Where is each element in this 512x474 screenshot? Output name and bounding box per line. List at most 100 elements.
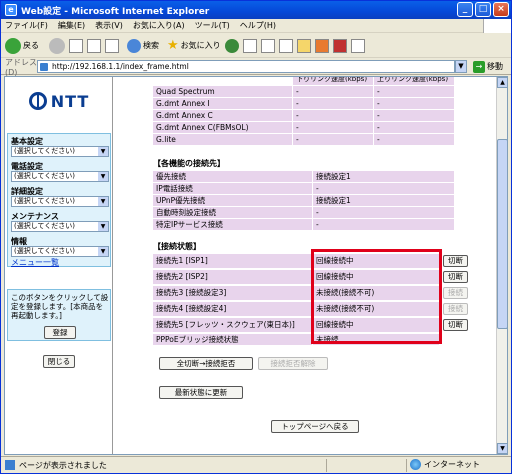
folder-icon[interactable] bbox=[296, 38, 311, 53]
address-input[interactable]: http://192.168.1.1/index_frame.html bbox=[37, 60, 455, 73]
menu-view[interactable]: 表示(V) bbox=[95, 20, 123, 31]
edit-icon[interactable] bbox=[278, 38, 293, 53]
menu-favorites[interactable]: お気に入り(A) bbox=[133, 20, 185, 31]
status-highlight-box bbox=[311, 249, 442, 344]
connect-button[interactable]: 接続 bbox=[443, 287, 468, 299]
dest-row-label: IP電話接続 bbox=[153, 183, 312, 194]
menu-bar: ファイル(F) 編集(E) 表示(V) お気に入り(A) ツール(T) ヘルプ(… bbox=[1, 19, 511, 33]
security-zone: インターネット bbox=[410, 459, 480, 470]
vertical-scrollbar[interactable]: ▲ ▼ bbox=[496, 77, 507, 454]
back-label: 戻る bbox=[23, 41, 39, 50]
status-row-label: 接続先1 [ISP1] bbox=[153, 254, 312, 268]
disconnect-button[interactable]: 切断 bbox=[443, 255, 468, 267]
register-button[interactable]: 登録 bbox=[44, 326, 76, 339]
speed-row-up: - bbox=[374, 134, 454, 145]
info-select[interactable]: (選択してください) ▼ bbox=[11, 246, 109, 257]
phone-settings-select[interactable]: (選択してください) ▼ bbox=[11, 171, 109, 182]
menu-edit[interactable]: 編集(E) bbox=[58, 20, 85, 31]
register-note-box: このボタンをクリックして設定を登録します。[本商品を再起動します。] 登録 bbox=[7, 289, 111, 341]
search-button[interactable]: 検索 bbox=[127, 38, 159, 53]
speed-row-label: G.dmt Annex C bbox=[153, 110, 292, 121]
speed-row-down: - bbox=[293, 86, 373, 97]
maintenance-select[interactable]: (選択してください) ▼ bbox=[11, 221, 109, 232]
left-frame: NTT 基本設定 (選択してください) ▼ 電話設定 (選択してください) ▼ 詳細… bbox=[5, 77, 113, 454]
status-row-label: PPPoEブリッジ接続状態 bbox=[153, 334, 312, 345]
status-bar: ページが表示されました インターネット bbox=[1, 456, 511, 473]
status-row-label: 接続先4 [接続設定4] bbox=[153, 302, 312, 316]
header-up: 上りリンク速度(kbps) bbox=[374, 77, 454, 85]
maximize-button[interactable]: □ bbox=[475, 2, 491, 17]
favorites-label: お気に入り bbox=[180, 41, 221, 50]
page-done-icon bbox=[5, 460, 15, 470]
stop-icon[interactable] bbox=[69, 38, 83, 53]
speed-row-up: - bbox=[374, 122, 454, 133]
speed-row-up: - bbox=[374, 86, 454, 97]
windows-logo-icon bbox=[483, 19, 511, 33]
ie-icon: e bbox=[5, 4, 17, 16]
scroll-down-icon[interactable]: ▼ bbox=[497, 443, 507, 454]
print-icon[interactable] bbox=[260, 38, 275, 53]
dest-row-value: 接続設定1 bbox=[313, 171, 454, 182]
go-label: 移動 bbox=[487, 62, 503, 71]
back-button[interactable]: 戻る bbox=[5, 37, 39, 54]
mail-icon[interactable] bbox=[242, 38, 257, 53]
speed-row-down: - bbox=[293, 122, 373, 133]
scroll-thumb[interactable] bbox=[497, 139, 507, 329]
register-note: このボタンをクリックして設定を登録します。[本商品を再起動します。] bbox=[11, 293, 109, 320]
refresh-icon[interactable] bbox=[87, 38, 101, 53]
status-section-title: 【接続状態】 bbox=[153, 242, 201, 251]
speed-row-down: - bbox=[293, 110, 373, 121]
search-icon bbox=[127, 38, 141, 53]
favorites-button[interactable]: ★ お気に入り bbox=[167, 38, 221, 53]
scroll-up-icon[interactable]: ▲ bbox=[497, 77, 507, 88]
status-divider bbox=[406, 459, 407, 472]
menu-help[interactable]: ヘルプ(H) bbox=[240, 20, 276, 31]
history-icon[interactable] bbox=[224, 38, 239, 53]
tools-icon[interactable] bbox=[350, 38, 365, 53]
menu-file[interactable]: ファイル(F) bbox=[5, 20, 48, 31]
refresh-status-button[interactable]: 最新状態に更新 bbox=[159, 386, 243, 399]
detail-settings-select[interactable]: (選択してください) ▼ bbox=[11, 196, 109, 207]
all-disconnect-button[interactable]: 全切断→接続拒否 bbox=[159, 357, 253, 370]
speed-row-down: - bbox=[293, 134, 373, 145]
dest-row-value: - bbox=[313, 207, 454, 218]
go-button[interactable]: → 移動 bbox=[473, 60, 503, 73]
media-icon[interactable] bbox=[314, 38, 329, 53]
speed-row-label: G.lite bbox=[153, 134, 292, 145]
status-text: ページが表示されました bbox=[19, 460, 107, 470]
disconnect-button[interactable]: 切断 bbox=[443, 319, 468, 331]
logo-text: NTT bbox=[50, 91, 90, 111]
speed-row-up: - bbox=[374, 98, 454, 109]
dest-section-title: 【各機能の接続先】 bbox=[153, 159, 225, 168]
status-row-label: 接続先3 [接続設定3] bbox=[153, 286, 312, 300]
page-content: NTT 基本設定 (選択してください) ▼ 電話設定 (選択してください) ▼ 詳細… bbox=[4, 76, 508, 455]
status-row-label: 接続先2 [ISP2] bbox=[153, 270, 312, 284]
chevron-down-icon: ▼ bbox=[98, 222, 108, 231]
disconnect-button[interactable]: 切断 bbox=[443, 271, 468, 283]
close-page-button[interactable]: 閉じる bbox=[43, 355, 75, 368]
messenger-icon[interactable] bbox=[332, 38, 347, 53]
dest-row-label: 優先接続 bbox=[153, 171, 312, 182]
minimize-button[interactable]: _ bbox=[457, 2, 473, 17]
top-page-button[interactable]: トップページへ戻る bbox=[271, 420, 359, 433]
header-down: 下りリンク速度(kbps) bbox=[293, 77, 373, 85]
address-dropdown[interactable]: ▼ bbox=[455, 60, 467, 73]
home-icon[interactable] bbox=[105, 38, 119, 53]
menu-tools[interactable]: ツール(T) bbox=[195, 20, 230, 31]
zone-label: インターネット bbox=[424, 460, 480, 469]
speed-row-label: G.dmt Annex I bbox=[153, 98, 292, 109]
settings-menu: 基本設定 (選択してください) ▼ 電話設定 (選択してください) ▼ 詳細設定 (… bbox=[7, 133, 111, 267]
release-reject-button[interactable]: 接続拒否解除 bbox=[258, 357, 328, 370]
go-arrow-icon: → bbox=[473, 60, 485, 73]
globe-icon bbox=[410, 459, 421, 470]
dest-row-value: - bbox=[313, 183, 454, 194]
speed-row-down: - bbox=[293, 98, 373, 109]
right-frame: 下りリンク速度(kbps) 上りリンク速度(kbps) Quad Spectru… bbox=[123, 77, 495, 454]
dest-row-value: - bbox=[313, 219, 454, 230]
close-button[interactable]: × bbox=[493, 2, 509, 17]
forward-button[interactable] bbox=[49, 37, 65, 54]
address-bar: アドレス(D) http://192.168.1.1/index_frame.h… bbox=[1, 58, 511, 77]
basic-settings-select[interactable]: (選択してください) ▼ bbox=[11, 146, 109, 157]
menu-list-link[interactable]: メニュー一覧 bbox=[11, 257, 59, 268]
connect-button[interactable]: 接続 bbox=[443, 303, 468, 315]
